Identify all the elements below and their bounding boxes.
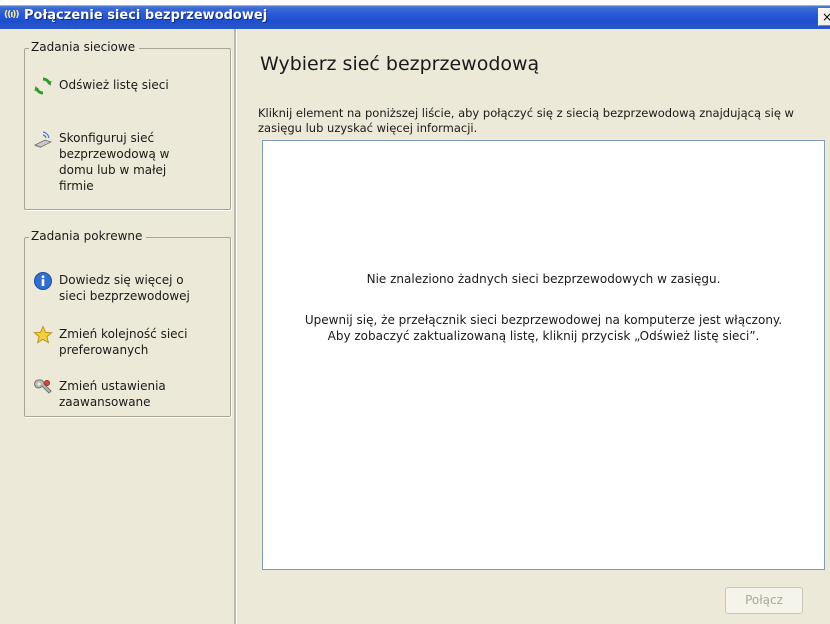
hint-line-1: Upewnij się, że przełącznik sieci bezprz… bbox=[304, 313, 783, 327]
setup-wireless-network-link[interactable]: Skonfiguruj sieć bezprzewodową w domu lu… bbox=[33, 130, 193, 194]
title-bar[interactable]: ((ı)) Połączenie sieci bezprzewodowej × bbox=[0, 5, 830, 29]
close-button[interactable]: × bbox=[818, 8, 830, 26]
hint-text: Upewnij się, że przełącznik sieci bezprz… bbox=[263, 312, 824, 344]
refresh-network-list-link[interactable]: Odśwież listę sieci bbox=[33, 77, 226, 96]
wireless-connection-window: ((ı)) Połączenie sieci bezprzewodowej × … bbox=[0, 5, 830, 624]
info-icon bbox=[34, 272, 52, 290]
window-title: Połączenie sieci bezprzewodowej bbox=[24, 8, 268, 23]
network-list[interactable]: Nie znaleziono żadnych sieci bezprzewodo… bbox=[262, 140, 825, 570]
task-pane: Zadania sieciowe Odśwież listę sieci Sko… bbox=[0, 29, 234, 624]
connect-button[interactable]: Połącz bbox=[725, 587, 803, 614]
change-preferred-order-label: Zmień kolejność sieci preferowanych bbox=[59, 327, 188, 357]
main-pane: Wybierz sieć bezprzewodową Kliknij eleme… bbox=[237, 29, 830, 624]
change-advanced-settings-link[interactable]: Zmień ustawienia zaawansowane bbox=[33, 378, 173, 410]
related-tasks-group: Zadania pokrewne Dowiedz się więcej o si… bbox=[24, 229, 231, 417]
network-tasks-title: Zadania sieciowe bbox=[29, 40, 140, 54]
refresh-icon bbox=[34, 77, 52, 95]
wireless-setup-icon bbox=[33, 131, 53, 148]
settings-icon bbox=[34, 379, 52, 394]
related-tasks-title: Zadania pokrewne bbox=[29, 229, 147, 243]
change-advanced-settings-label: Zmień ustawienia zaawansowane bbox=[59, 379, 166, 409]
change-preferred-order-link[interactable]: Zmień kolejność sieci preferowanych bbox=[33, 325, 193, 358]
refresh-network-list-label: Odśwież listę sieci bbox=[59, 78, 169, 92]
learn-about-wireless-link[interactable]: Dowiedz się więcej o sieci bezprzewodowe… bbox=[33, 272, 201, 304]
learn-about-wireless-label: Dowiedz się więcej o sieci bezprzewodowe… bbox=[59, 273, 190, 303]
wireless-network-icon: ((ı)) bbox=[4, 10, 20, 20]
hint-line-2: Aby zobaczyć zaktualizowaną listę, klikn… bbox=[327, 329, 760, 343]
page-title: Wybierz sieć bezprzewodową bbox=[260, 53, 540, 75]
setup-wireless-network-label: Skonfiguruj sieć bezprzewodową w domu lu… bbox=[59, 131, 170, 193]
empty-list-message: Nie znaleziono żadnych sieci bezprzewodo… bbox=[366, 272, 721, 286]
network-tasks-group: Zadania sieciowe Odśwież listę sieci Sko… bbox=[24, 40, 231, 210]
instruction-text: Kliknij element na poniższej liście, aby… bbox=[258, 106, 794, 135]
star-icon bbox=[33, 325, 53, 344]
